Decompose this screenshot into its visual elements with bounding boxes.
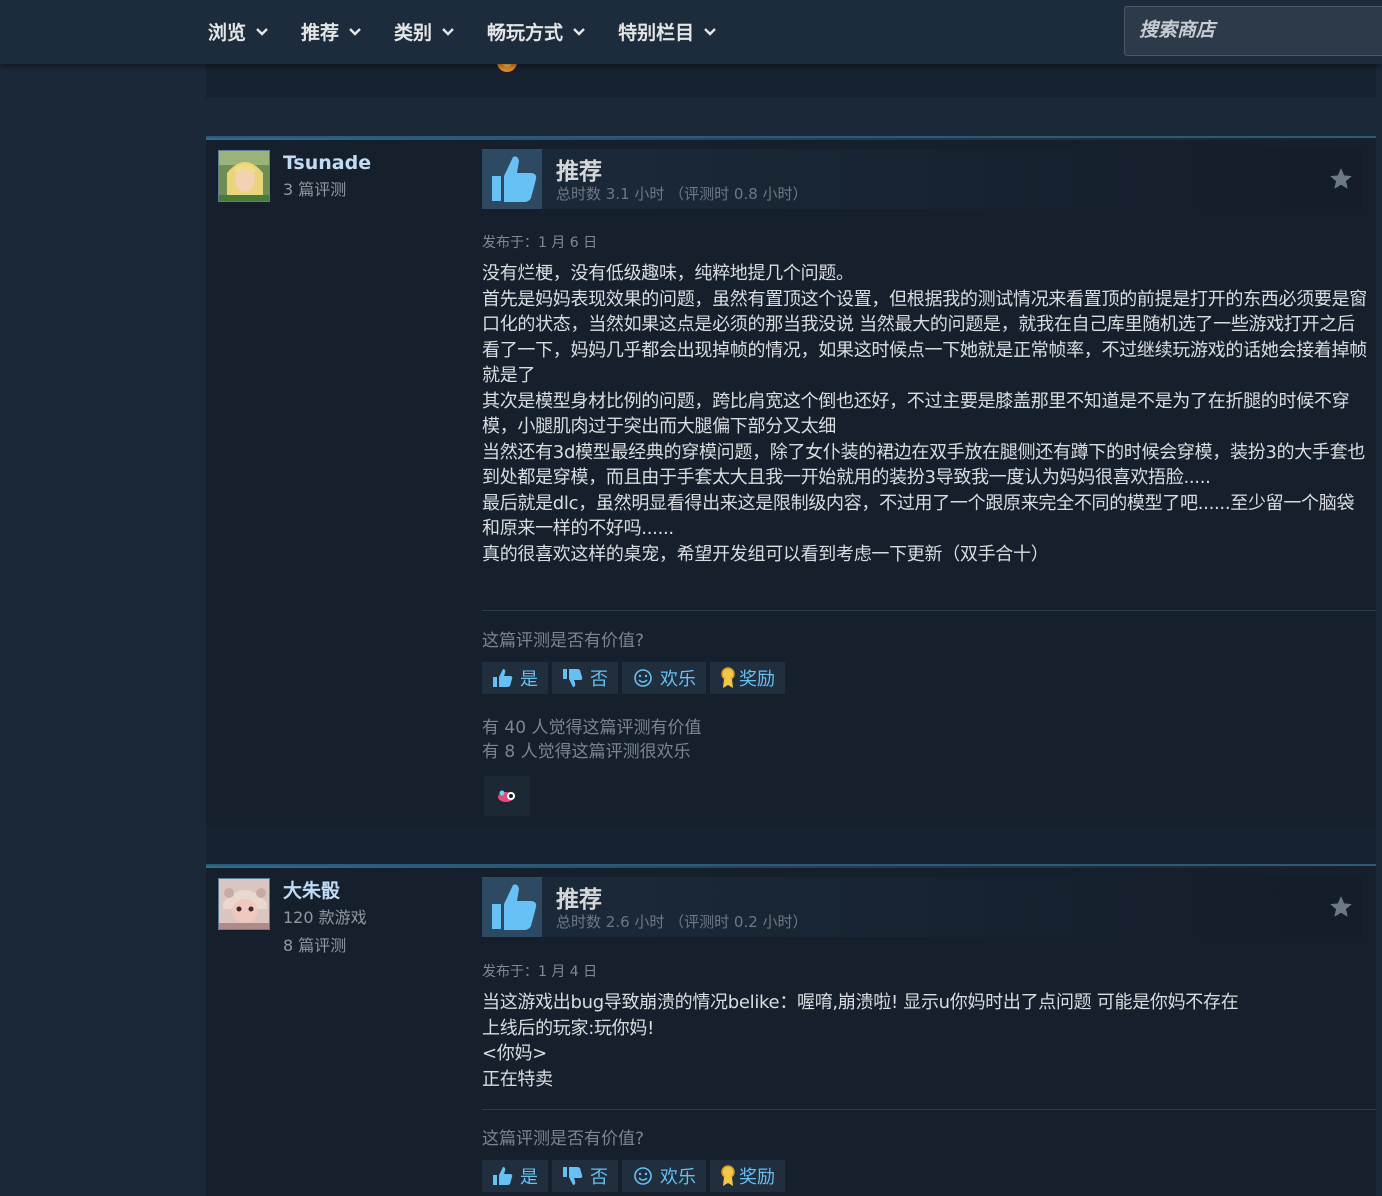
star-icon[interactable]: [1328, 894, 1354, 920]
vote-yes-label: 是: [520, 669, 538, 690]
review-verdict-box[interactable]: 推荐 总时数 3.1 小时 （评测时 0.8 小时）: [482, 149, 1362, 209]
nav-ways-to-play-label: 畅玩方式: [487, 22, 564, 44]
nav-categories-label: 类别: [394, 22, 433, 44]
smiley-icon: [634, 1167, 652, 1185]
store-nav-menu: 浏览 推荐 类别 畅玩方式 特别栏目: [208, 18, 749, 45]
author-info: 大朱骰 120 款游戏 8 篇评测: [283, 878, 367, 960]
author-name[interactable]: Tsunade: [283, 150, 371, 176]
chevron-down-icon: [442, 27, 454, 36]
vote-funny-label: 欢乐: [660, 669, 696, 690]
rating-buttons: 是 否 欢乐 奖励: [482, 1160, 789, 1192]
store-search-input[interactable]: [1124, 6, 1382, 56]
author-info: Tsunade 3 篇评测: [283, 150, 371, 204]
avatar[interactable]: [218, 150, 270, 202]
store-nav-bar: 浏览 推荐 类别 畅玩方式 特别栏目: [0, 0, 1382, 64]
chevron-down-icon: [256, 27, 268, 36]
posted-date: 发布于：1 月 6 日: [482, 235, 598, 251]
star-icon[interactable]: [1328, 166, 1354, 192]
avatar[interactable]: [218, 878, 270, 930]
nav-browse-label: 浏览: [208, 22, 247, 44]
award-button[interactable]: 奖励: [710, 1160, 785, 1192]
thumb-up-box: [482, 149, 542, 209]
helpful-question: 这篇评测是否有价值?: [482, 1129, 645, 1149]
nav-recommended-label: 推荐: [301, 22, 340, 44]
thumbs-down-icon: [563, 669, 583, 687]
vote-funny-button[interactable]: 欢乐: [622, 662, 706, 694]
chevron-down-icon: [573, 27, 585, 36]
verdict-title: 推荐: [556, 887, 602, 913]
vote-funny-label: 欢乐: [660, 1167, 696, 1188]
award-label: 奖励: [739, 669, 775, 690]
award-label: 奖励: [739, 1167, 775, 1188]
vote-yes-label: 是: [520, 1167, 538, 1188]
thumbs-up-icon: [492, 884, 537, 930]
award-button[interactable]: 奖励: [710, 662, 785, 694]
previous-review-tail: [206, 58, 1376, 98]
vote-no-button[interactable]: 否: [552, 1160, 618, 1192]
funny-count: 有 8 人觉得这篇评测很欢乐: [482, 742, 691, 762]
helpful-summary: 有 40 人觉得这篇评测有价值 有 8 人觉得这篇评测很欢乐: [482, 716, 701, 764]
thumbs-down-icon: [563, 1167, 583, 1185]
playtime-hours: 总时数 2.6 小时 （评测时 0.2 小时）: [556, 913, 808, 931]
vote-no-button[interactable]: 否: [552, 662, 618, 694]
review-card: Tsunade 3 篇评测 推荐 总时数 3.1 小时 （评测时 0.8 小时）…: [206, 136, 1376, 828]
chevron-down-icon: [704, 27, 716, 36]
nav-ways-to-play[interactable]: 畅玩方式: [487, 18, 586, 45]
verdict-title: 推荐: [556, 159, 602, 185]
award-medal-icon: [721, 667, 735, 688]
author-review-count[interactable]: 3 篇评测: [283, 176, 371, 204]
award-emoji-icon: [498, 790, 515, 802]
review-card: 大朱骰 120 款游戏 8 篇评测 推荐 总时数 2.6 小时 （评测时 0.2…: [206, 864, 1376, 1196]
review-body: 当这游戏出bug导致崩溃的情况belike：喔唷,崩溃啦! 显示u你妈时出了点问…: [482, 992, 1239, 1090]
review-gap: [206, 826, 1376, 864]
review-body: 没有烂梗，没有低级趣味，纯粹地提几个问题。 首先是妈妈表现效果的问题，虽然有置顶…: [482, 263, 1367, 565]
award-medal-icon: [721, 1165, 735, 1186]
nav-categories[interactable]: 类别: [394, 18, 455, 45]
vote-funny-button[interactable]: 欢乐: [622, 1160, 706, 1192]
nav-recommended[interactable]: 推荐: [301, 18, 362, 45]
playtime-hours: 总时数 3.1 小时 （评测时 0.8 小时）: [556, 185, 808, 203]
chevron-down-icon: [349, 27, 361, 36]
thumb-up-box: [482, 877, 542, 937]
thumbs-up-icon: [493, 1167, 513, 1185]
vote-yes-button[interactable]: 是: [482, 662, 548, 694]
helpful-count: 有 40 人觉得这篇评测有价值: [482, 718, 702, 738]
vote-no-label: 否: [590, 669, 608, 690]
thumbs-up-icon: [492, 156, 537, 202]
author-review-count[interactable]: 8 篇评测: [283, 932, 367, 960]
divider: [482, 1109, 1376, 1110]
posted-date: 发布于：1 月 4 日: [482, 964, 598, 980]
smiley-icon: [634, 669, 652, 687]
divider: [482, 610, 1376, 611]
vote-yes-button[interactable]: 是: [482, 1160, 548, 1192]
received-award[interactable]: [484, 776, 530, 816]
helpful-question: 这篇评测是否有价值?: [482, 631, 645, 651]
avatar-image-icon: [219, 151, 269, 201]
nav-special-sections-label: 特别栏目: [618, 22, 695, 44]
vote-no-label: 否: [590, 1167, 608, 1188]
thumbs-up-icon: [493, 669, 513, 687]
rating-buttons: 是 否 欢乐 奖励: [482, 662, 789, 694]
avatar-image-icon: [219, 879, 269, 929]
author-games-count[interactable]: 120 款游戏: [283, 904, 367, 932]
author-name[interactable]: 大朱骰: [283, 878, 367, 904]
review-verdict-box[interactable]: 推荐 总时数 2.6 小时 （评测时 0.2 小时）: [482, 877, 1362, 937]
nav-browse[interactable]: 浏览: [208, 18, 269, 45]
nav-special-sections[interactable]: 特别栏目: [618, 18, 717, 45]
